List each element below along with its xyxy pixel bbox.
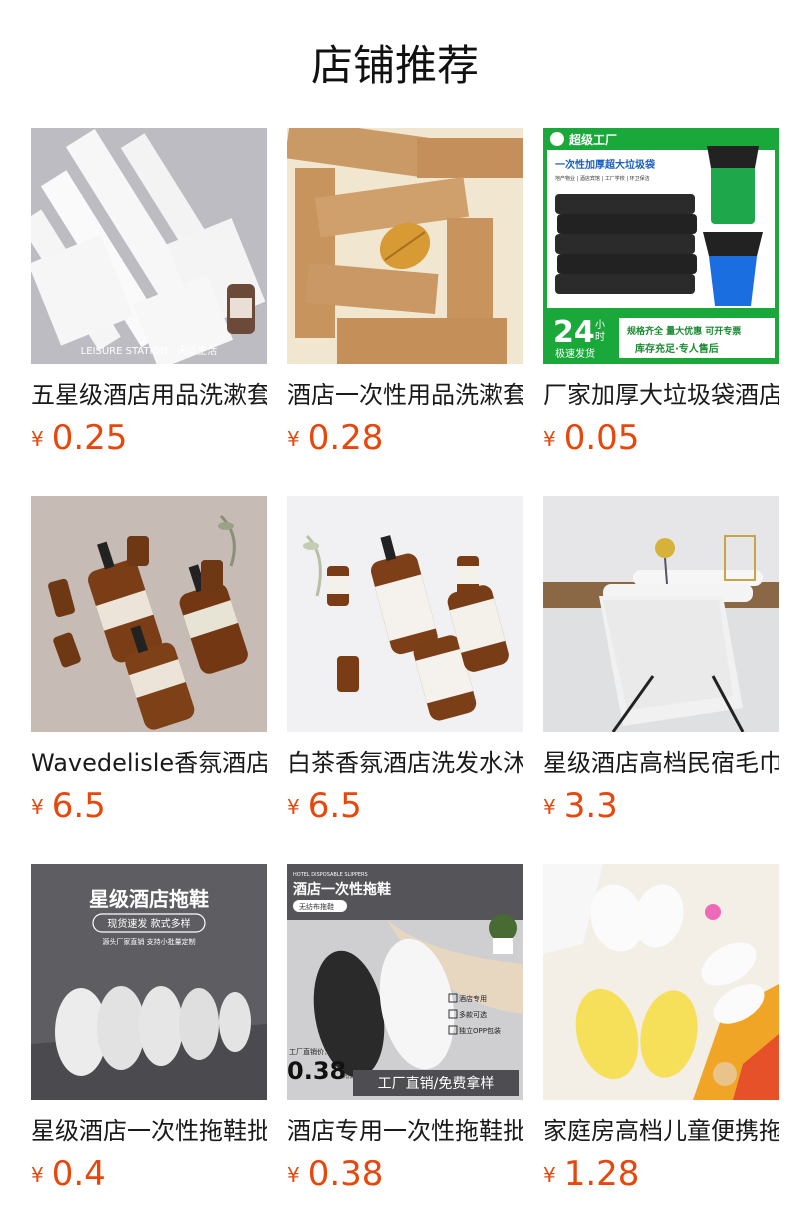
- price-unit: 元/双: [343, 1074, 355, 1080]
- product-name[interactable]: 星级酒店高档民宿毛巾: [543, 746, 779, 780]
- price-value: 0.25: [51, 418, 128, 458]
- product-image[interactable]: [31, 496, 267, 732]
- hours-unit: 时: [595, 331, 605, 343]
- badge-text: 超级工厂: [568, 132, 617, 147]
- product-name[interactable]: 酒店专用一次性拖鞋批发: [287, 1114, 523, 1148]
- product-price: ¥0.4: [31, 1154, 106, 1194]
- product-image[interactable]: HOTEL DISPOSABLE SLIPPERS 酒店一次性拖鞋 无纺布拖鞋 …: [287, 864, 523, 1100]
- check-item: 独立OPP包装: [459, 1026, 501, 1035]
- ad-banner: 工厂直销/免费拿样: [378, 1075, 495, 1092]
- product-grid: LEISURE STATION · 闲适生活 五星级酒店用品洗漱套装 ¥0.25: [31, 128, 790, 1232]
- product-card[interactable]: Wavedelisle香氛酒店洗护 ¥6.5: [31, 496, 267, 832]
- ad-pill: 现货速发 款式多样: [107, 917, 190, 930]
- product-image[interactable]: 超级工厂 一次性加厚超大垃圾袋 地产物业 | 酒店宾馆 | 工厂学校 | 环卫保…: [543, 128, 779, 364]
- product-name[interactable]: 五星级酒店用品洗漱套装: [31, 378, 267, 412]
- price-value: 3.3: [563, 786, 618, 826]
- product-image[interactable]: 星级酒店拖鞋 现货速发 款式多样 源头厂家直销 支持小批量定制: [31, 864, 267, 1100]
- price-value: 0.28: [307, 418, 384, 458]
- ad-headline: 一次性加厚超大垃圾袋: [555, 158, 656, 171]
- currency-symbol: ¥: [31, 1163, 44, 1187]
- price-label: 工厂直销价：: [289, 1047, 331, 1056]
- currency-symbol: ¥: [543, 1163, 556, 1187]
- product-image[interactable]: LEISURE STATION · 闲适生活: [31, 128, 267, 364]
- ad-line: 库存充足·专人售后: [635, 342, 719, 355]
- page-title: 店铺推荐: [310, 41, 479, 90]
- product-name[interactable]: 白茶香氛酒店洗发水沐浴: [287, 746, 523, 780]
- product-card[interactable]: HOTEL DISPOSABLE SLIPPERS 酒店一次性拖鞋 无纺布拖鞋 …: [287, 864, 523, 1200]
- product-card[interactable]: 酒店一次性用品洗漱套装 ¥0.28: [287, 128, 523, 464]
- currency-symbol: ¥: [287, 795, 300, 819]
- ad-subline: 地产物业 | 酒店宾馆 | 工厂学校 | 环卫保洁: [555, 175, 650, 182]
- ad-line: 规格齐全 量大优惠 可开专票: [627, 325, 741, 337]
- currency-symbol: ¥: [543, 795, 556, 819]
- currency-symbol: ¥: [287, 1163, 300, 1187]
- currency-symbol: ¥: [543, 427, 556, 451]
- price-value: 1.28: [563, 1154, 640, 1194]
- check-item: 酒店专用: [459, 994, 487, 1003]
- product-card[interactable]: 星级酒店高档民宿毛巾 ¥3.3: [543, 496, 779, 832]
- product-price: ¥0.05: [543, 418, 639, 458]
- check-item: 多款可选: [459, 1010, 487, 1019]
- currency-symbol: ¥: [287, 427, 300, 451]
- product-image[interactable]: [287, 496, 523, 732]
- currency-symbol: ¥: [31, 795, 44, 819]
- product-card[interactable]: 家庭房高档儿童便携拖鞋 ¥1.28: [543, 864, 779, 1200]
- image-caption: LEISURE STATION · 闲适生活: [81, 344, 218, 357]
- hours-number: 24: [553, 315, 595, 350]
- product-price: ¥3.3: [543, 786, 618, 826]
- hours-unit: 小: [595, 319, 605, 331]
- price-value: 0.38: [307, 1154, 384, 1194]
- fast-shipping: 极速发货: [555, 347, 595, 360]
- product-image[interactable]: [543, 496, 779, 732]
- product-card[interactable]: LEISURE STATION · 闲适生活 五星级酒店用品洗漱套装 ¥0.25: [31, 128, 267, 464]
- product-card[interactable]: 白茶香氛酒店洗发水沐浴 ¥6.5: [287, 496, 523, 832]
- ad-headline: 星级酒店拖鞋: [89, 887, 209, 911]
- image-price: 0.38: [287, 1057, 346, 1085]
- currency-symbol: ¥: [31, 427, 44, 451]
- product-price: ¥0.38: [287, 1154, 383, 1194]
- price-value: 0.4: [51, 1154, 106, 1194]
- ad-small-en: HOTEL DISPOSABLE SLIPPERS: [293, 872, 368, 878]
- product-price: ¥6.5: [287, 786, 362, 826]
- product-name[interactable]: 星级酒店一次性拖鞋批发: [31, 1114, 267, 1148]
- product-card[interactable]: 星级酒店拖鞋 现货速发 款式多样 源头厂家直销 支持小批量定制 星级酒店一次性拖…: [31, 864, 267, 1200]
- product-price: ¥6.5: [31, 786, 106, 826]
- price-value: 6.5: [307, 786, 362, 826]
- product-price: ¥0.25: [31, 418, 127, 458]
- product-card[interactable]: 超级工厂 一次性加厚超大垃圾袋 地产物业 | 酒店宾馆 | 工厂学校 | 环卫保…: [543, 128, 779, 464]
- product-price: ¥1.28: [543, 1154, 639, 1194]
- ad-subline: 源头厂家直销 支持小批量定制: [102, 937, 195, 946]
- ad-tag: 无纺布拖鞋: [299, 902, 334, 911]
- product-image[interactable]: [287, 128, 523, 364]
- ad-headline: 酒店一次性拖鞋: [293, 881, 391, 898]
- product-name[interactable]: 家庭房高档儿童便携拖鞋: [543, 1114, 779, 1148]
- product-name[interactable]: 厂家加厚大垃圾袋酒店: [543, 378, 779, 412]
- product-name[interactable]: 酒店一次性用品洗漱套装: [287, 378, 523, 412]
- product-price: ¥0.28: [287, 418, 383, 458]
- product-image[interactable]: [543, 864, 779, 1100]
- price-value: 6.5: [51, 786, 106, 826]
- price-value: 0.05: [563, 418, 640, 458]
- product-name[interactable]: Wavedelisle香氛酒店洗护: [31, 746, 267, 780]
